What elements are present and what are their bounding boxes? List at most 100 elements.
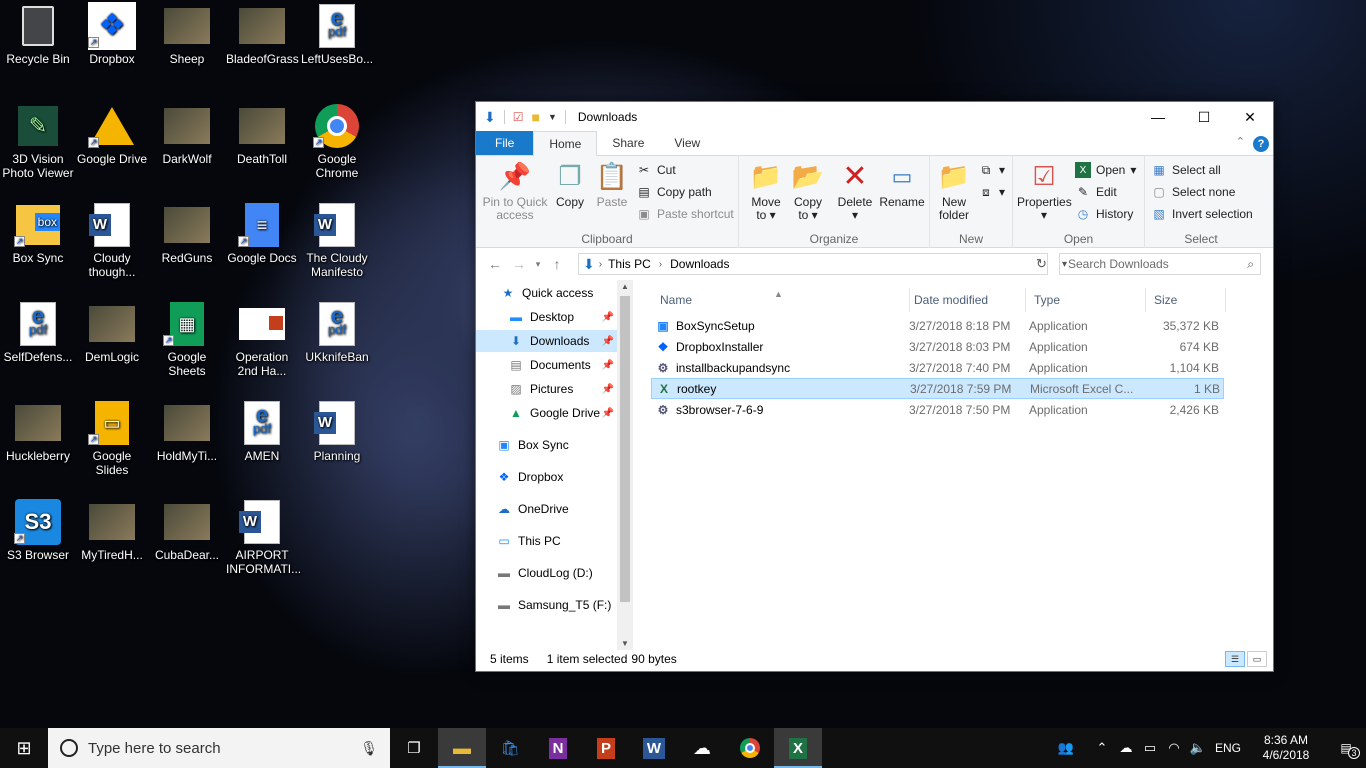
language-indicator[interactable]: ENG: [1210, 741, 1246, 755]
taskbar-onenote[interactable]: N: [534, 728, 582, 768]
properties-qat-icon[interactable]: ☑: [513, 110, 524, 124]
desktop-icon-leftusesbo[interactable]: e pdf LeftUsesBo...: [299, 4, 375, 66]
cut-button[interactable]: ✂ Cut: [636, 162, 676, 178]
taskbar-store[interactable]: 🛍: [486, 728, 534, 768]
show-hidden-icons-icon[interactable]: ⌃: [1090, 740, 1114, 756]
new-item-button[interactable]: ⧉ ▾: [978, 162, 1005, 178]
pin-icon[interactable]: 📌: [602, 360, 614, 371]
title-bar[interactable]: ⬇ ☑ ■ ▼ Downloads — ☐ ✕: [476, 102, 1273, 132]
people-icon[interactable]: 👥: [1054, 740, 1078, 756]
desktop-icon-3dvision[interactable]: ✎ 3D Vision Photo Viewer: [0, 104, 76, 180]
microphone-icon[interactable]: 🎙: [360, 740, 378, 757]
scrollbar-thumb[interactable]: [620, 296, 630, 602]
select-none-button[interactable]: ▢ Select none: [1151, 184, 1235, 200]
select-all-button[interactable]: ▦ Select all: [1151, 162, 1220, 178]
desktop-icon-gsheets[interactable]: ▦ ↗ Google Sheets: [149, 302, 225, 378]
taskbar-onedrive[interactable]: ☁: [678, 728, 726, 768]
help-icon[interactable]: ?: [1253, 136, 1269, 152]
desktop-icon-googledrive[interactable]: ↗ Google Drive: [74, 104, 150, 166]
nav-item-quick-access[interactable]: ★ Quick access: [476, 282, 618, 304]
details-view-icon[interactable]: ☰: [1225, 651, 1245, 667]
pin-icon[interactable]: 📌: [602, 312, 614, 323]
file-row[interactable]: Xrootkey 3/27/2018 7:59 PM Microsoft Excel…: [651, 378, 1224, 399]
nav-item-this-pc[interactable]: ▭ This PC: [476, 530, 618, 552]
desktop-icon-holdmyti[interactable]: HoldMyTi...: [149, 401, 225, 463]
close-button[interactable]: ✕: [1227, 102, 1273, 132]
pin-quick-access-button[interactable]: 📌 Pin to Quick access: [482, 160, 548, 222]
tab-view[interactable]: View: [659, 131, 715, 155]
file-row[interactable]: ❖ DropboxInstaller 3/27/2018 8:03 PM Applic…: [651, 336, 1224, 357]
taskbar-excel[interactable]: X: [774, 728, 822, 768]
paste-shortcut-button[interactable]: ▣ Paste shortcut: [636, 206, 733, 222]
column-header-name[interactable]: Name ▲: [652, 288, 910, 312]
taskbar-word[interactable]: W: [630, 728, 678, 768]
new-folder-qat-icon[interactable]: ■: [532, 109, 540, 125]
taskbar-chrome[interactable]: [726, 728, 774, 768]
qat-dropdown-icon[interactable]: ▼: [548, 112, 557, 122]
rename-button[interactable]: ▭ Rename: [879, 160, 925, 209]
back-arrow-icon[interactable]: ←: [483, 256, 507, 272]
file-row[interactable]: ▣ BoxSyncSetup 3/27/2018 8:18 PM Applicatio…: [651, 315, 1224, 336]
desktop-icon-darkwolf[interactable]: DarkWolf: [149, 104, 225, 166]
wifi-icon[interactable]: ◠: [1162, 740, 1186, 756]
tab-home[interactable]: Home: [533, 131, 598, 156]
taskbar-search-box[interactable]: Type here to search 🎙: [48, 728, 390, 768]
pin-icon[interactable]: 📌: [602, 408, 614, 419]
desktop-icon-mytiredh[interactable]: MyTiredH...: [74, 500, 150, 562]
nav-pane-scrollbar[interactable]: ▲ ▼: [617, 280, 633, 650]
desktop-icon-deathtoll[interactable]: DeathToll: [224, 104, 300, 166]
recent-locations-icon[interactable]: ▾: [531, 259, 545, 270]
action-center-icon[interactable]: ▤ 3: [1326, 741, 1366, 759]
large-icons-view-icon[interactable]: ▭: [1247, 651, 1267, 667]
desktop-icon-dropbox[interactable]: ❖ ↗ Dropbox: [74, 2, 150, 66]
file-row[interactable]: ⚙ installbackupandsync 3/27/2018 7:40 PM Ap…: [651, 357, 1224, 378]
nav-item-downloads[interactable]: ⬇ Downloads 📌: [476, 330, 618, 352]
up-arrow-icon[interactable]: ↑: [545, 256, 569, 272]
onedrive-tray-icon[interactable]: ☁: [1114, 740, 1138, 756]
invert-selection-button[interactable]: ▧ Invert selection: [1151, 206, 1252, 222]
new-folder-button[interactable]: 📁 New folder: [934, 160, 974, 222]
clock[interactable]: 8:36 AM 4/6/2018: [1246, 733, 1326, 763]
nav-item-box-sync[interactable]: ▣ Box Sync: [476, 434, 618, 456]
tab-share[interactable]: Share: [597, 131, 659, 155]
move-to-button[interactable]: 📁 Move to ▾: [747, 160, 785, 222]
battery-icon[interactable]: ▭: [1138, 740, 1162, 756]
edit-button[interactable]: ✎ Edit: [1075, 184, 1117, 200]
pin-icon[interactable]: 📌: [602, 336, 614, 347]
desktop-icon-s3browser[interactable]: S3 ↗ S3 Browser: [0, 499, 76, 562]
file-row[interactable]: ⚙ s3browser-7-6-9 3/27/2018 7:50 PM Applica…: [651, 399, 1224, 420]
open-button[interactable]: X Open ▾: [1075, 162, 1136, 178]
copy-button[interactable]: ❐ Copy: [552, 160, 588, 209]
search-input[interactable]: Search Downloads ⌕: [1059, 253, 1261, 275]
desktop-icon-cloudymanifesto[interactable]: W The Cloudy Manifesto: [299, 203, 375, 279]
desktop-icon-redguns[interactable]: RedGuns: [149, 203, 225, 265]
paste-button[interactable]: 📋 Paste: [594, 160, 630, 209]
nav-item-google-drive[interactable]: ▲ Google Drive 📌: [476, 402, 618, 424]
desktop-icon-planning[interactable]: W Planning: [299, 401, 375, 463]
desktop-icon-huckleberry[interactable]: Huckleberry: [0, 401, 76, 463]
desktop-icon-cloudy[interactable]: W Cloudy though...: [74, 203, 150, 279]
desktop-icon-sheep[interactable]: Sheep: [149, 4, 225, 66]
nav-item-pictures[interactable]: ▨ Pictures 📌: [476, 378, 618, 400]
breadcrumb-downloads[interactable]: Downloads: [670, 257, 729, 271]
desktop-icon-boxsync[interactable]: box ↗ Box Sync: [0, 203, 76, 265]
collapse-ribbon-icon[interactable]: ⌃: [1236, 135, 1245, 148]
nav-item-desktop[interactable]: ▬ Desktop 📌: [476, 306, 618, 328]
minimize-button[interactable]: —: [1135, 102, 1181, 132]
desktop-icon-bladeofgrass[interactable]: BladeofGrass: [224, 4, 300, 66]
desktop-icon-gdocs[interactable]: ≡ ↗ Google Docs: [224, 203, 300, 265]
easy-access-button[interactable]: ⧈ ▾: [978, 184, 1005, 200]
task-view-button[interactable]: ❐: [390, 728, 438, 768]
desktop-icon-amen[interactable]: e pdf AMEN: [224, 401, 300, 463]
maximize-button[interactable]: ☐: [1181, 102, 1227, 132]
address-bar[interactable]: ⬇ › This PC › Downloads ▾: [578, 253, 1067, 275]
pin-icon[interactable]: 📌: [602, 384, 614, 395]
forward-arrow-icon[interactable]: →: [507, 256, 531, 272]
copy-path-button[interactable]: ▤ Copy path: [636, 184, 711, 200]
nav-item-dropbox[interactable]: ❖ Dropbox: [476, 466, 618, 488]
nav-item-onedrive[interactable]: ☁ OneDrive: [476, 498, 618, 520]
desktop-icon-cubadear[interactable]: CubaDear...: [149, 500, 225, 562]
desktop-icon-chrome[interactable]: ↗ Google Chrome: [299, 104, 375, 180]
desktop-icon-operation[interactable]: Operation 2nd Ha...: [224, 302, 300, 378]
desktop-icon-ukknife[interactable]: e pdf UKknifeBan: [299, 302, 375, 364]
